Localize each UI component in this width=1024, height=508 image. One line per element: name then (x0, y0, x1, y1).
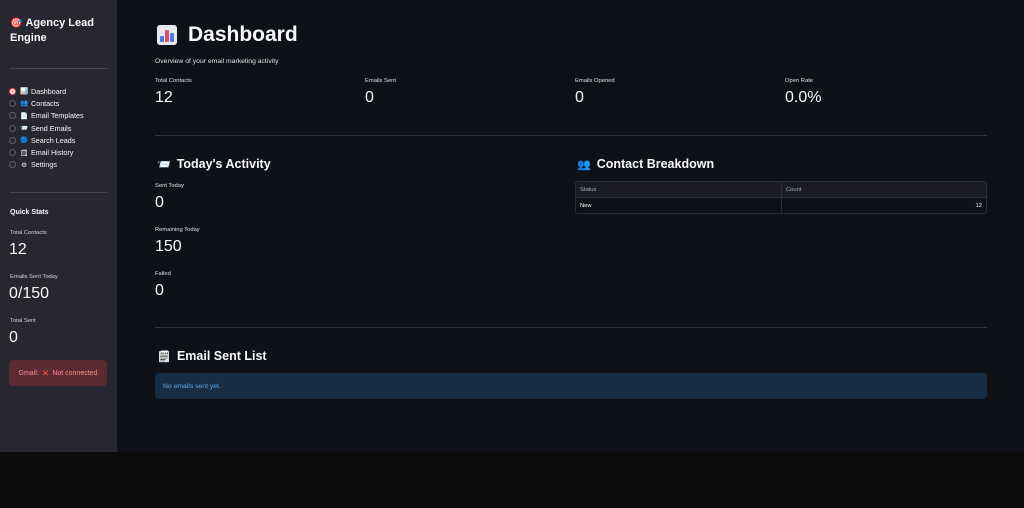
table-header-row: Status Count (576, 182, 986, 198)
divider (155, 135, 987, 136)
nav-item-dashboard[interactable]: 📊 Dashboard (9, 85, 84, 97)
activity-heading-text: Today's Activity (176, 157, 271, 171)
envelope-icon: 📨 (20, 125, 29, 133)
failed-label: Failed (155, 271, 171, 277)
blue-dot-icon: 🔵 (20, 137, 29, 145)
radio[interactable] (9, 99, 16, 107)
sent-list-heading: 🗒 Email Sent List (157, 349, 267, 363)
quick-stats-title: Quick Stats (10, 209, 49, 216)
remaining-today-value: 150 (155, 238, 182, 255)
divider (155, 327, 987, 328)
nav-label: Contacts (31, 98, 60, 108)
empty-state-info: No emails sent yet. (155, 373, 987, 399)
radio[interactable] (9, 136, 16, 144)
sidebar-title: 🎯 Agency Lead Engine (10, 16, 110, 45)
people-icon: 👥 (20, 100, 29, 108)
nav-label: Settings (31, 160, 57, 170)
gmail-status-alert: Gmail: ✕ Not connected (9, 360, 107, 386)
bar-chart-icon (157, 25, 177, 45)
nav-label: Email History (31, 148, 74, 158)
sidebar-divider (10, 68, 107, 69)
table-row[interactable]: New 12 (576, 198, 986, 214)
column-header-status[interactable]: Status (576, 182, 782, 197)
sidebar-divider (10, 192, 107, 193)
radio[interactable] (9, 149, 16, 157)
main-content: Dashboard Overview of your email marketi… (117, 0, 1024, 452)
people-icon: 👥 (577, 158, 591, 171)
page-subtitle: Overview of your email marketing activit… (155, 58, 279, 65)
qs-sent-today-label: Emails Sent Today (10, 274, 58, 280)
qs-total-contacts-value: 12 (9, 241, 27, 258)
radio[interactable] (9, 124, 16, 132)
metric-label-total-contacts: Total Contacts (155, 78, 192, 84)
metric-label-emails-opened: Emails Opened (575, 78, 615, 84)
cross-icon: ✕ (41, 367, 50, 378)
cell-count: 12 (975, 203, 982, 209)
radio-selected[interactable] (9, 87, 16, 95)
metric-value-emails-sent: 0 (365, 89, 374, 106)
cell-status: New (576, 198, 782, 214)
radio[interactable] (9, 161, 16, 169)
qs-total-contacts-label: Total Contacts (10, 230, 47, 236)
metric-label-emails-sent: Emails Sent (365, 78, 396, 84)
contact-breakdown-table[interactable]: Status Count New 12 (575, 181, 987, 214)
nav-label: Send Emails (31, 123, 72, 133)
nav-item-send-emails[interactable]: 📨 Send Emails (9, 122, 84, 134)
notepad-icon: 🗒 (20, 149, 29, 157)
target-icon: 🎯 (10, 18, 23, 29)
sidebar: 🎯 Agency Lead Engine 📊 Dashboard 👥 Contac… (0, 0, 117, 452)
radio[interactable] (9, 112, 16, 120)
gmail-status-text: Not connected (52, 369, 98, 377)
nav-item-settings[interactable]: ⚙ Settings (9, 159, 84, 171)
gear-icon: ⚙ (21, 161, 27, 169)
column-header-count[interactable]: Count (782, 182, 986, 197)
sent-today-value: 0 (155, 194, 164, 211)
sent-today-label: Sent Today (155, 183, 184, 189)
sidebar-nav: 📊 Dashboard 👥 Contacts 📄 Email Templates… (9, 85, 84, 171)
app-window: 🎯 Agency Lead Engine 📊 Dashboard 👥 Contac… (0, 0, 1024, 452)
notepad-icon: 🗒 (157, 350, 171, 363)
sidebar-title-text: Agency Lead Engine (10, 17, 94, 44)
backdrop (0, 452, 1024, 508)
metric-value-open-rate: 0.0% (785, 89, 822, 106)
nav-label: Search Leads (31, 135, 76, 145)
nav-item-search-leads[interactable]: 🔵 Search Leads (9, 134, 84, 146)
qs-total-sent-label: Total Sent (10, 318, 36, 324)
breakdown-heading: 👥 Contact Breakdown (577, 157, 714, 171)
gmail-label: Gmail: (18, 369, 39, 377)
metric-value-total-contacts: 12 (155, 89, 173, 106)
empty-state-message: No emails sent yet. (163, 382, 221, 390)
document-icon: 📄 (20, 112, 29, 120)
nav-label: Dashboard (31, 86, 67, 96)
nav-item-email-templates[interactable]: 📄 Email Templates (9, 110, 84, 122)
failed-value: 0 (155, 282, 164, 299)
metric-label-open-rate: Open Rate (785, 78, 814, 84)
breakdown-heading-text: Contact Breakdown (596, 157, 715, 171)
qs-sent-today-value: 0/150 (9, 285, 50, 302)
nav-item-contacts[interactable]: 👥 Contacts (9, 97, 84, 109)
nav-label: Email Templates (31, 111, 84, 121)
bar-chart-icon: 📊 (20, 88, 29, 96)
sent-list-heading-text: Email Sent List (176, 349, 267, 363)
page-title-text: Dashboard (188, 23, 298, 46)
remaining-today-label: Remaining Today (155, 227, 200, 233)
metric-value-emails-opened: 0 (575, 89, 584, 106)
page-title: Dashboard (157, 23, 298, 47)
envelope-icon: 📨 (157, 158, 171, 171)
nav-item-email-history[interactable]: 🗒 Email History (9, 146, 84, 158)
qs-total-sent-value: 0 (9, 329, 18, 346)
activity-heading: 📨 Today's Activity (157, 157, 271, 171)
